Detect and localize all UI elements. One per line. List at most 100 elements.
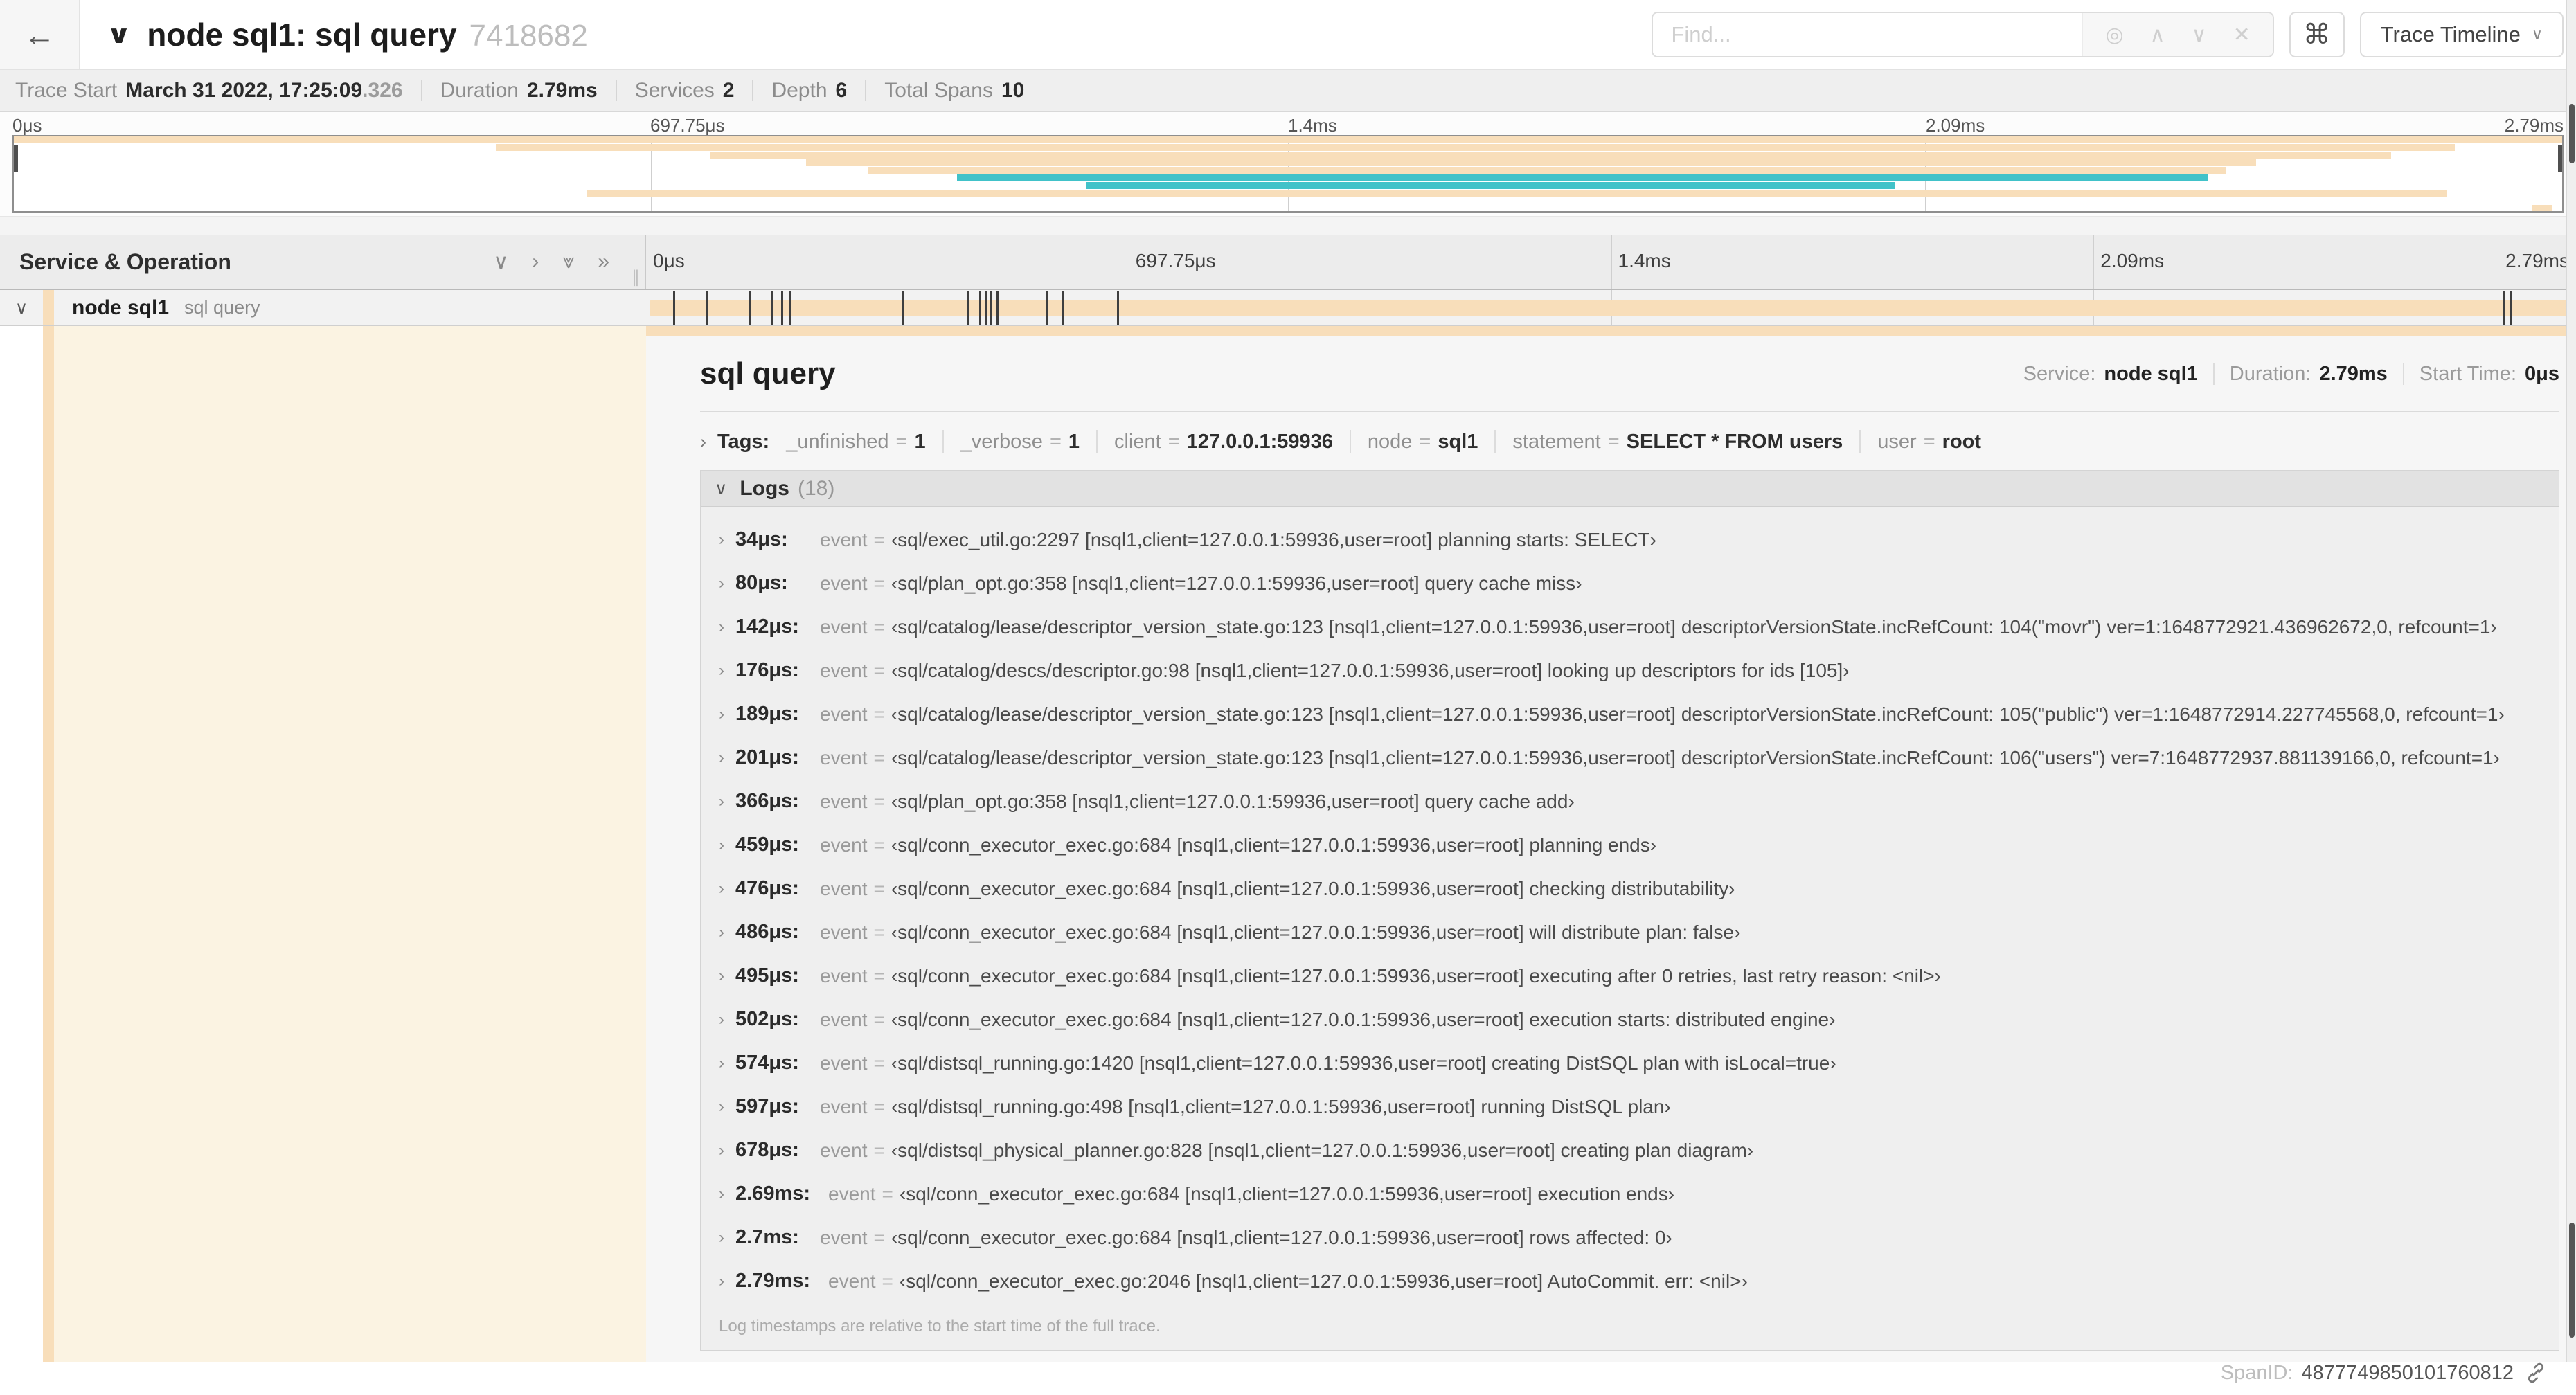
log-row[interactable]: › 574μs: event = ‹sql/distsql_running.go:142…	[708, 1041, 2559, 1085]
span-id-label: SpanID:	[2220, 1361, 2293, 1384]
log-row[interactable]: › 486μs: event = ‹sql/conn_executor_exec.go:…	[708, 910, 2559, 954]
log-marker	[1046, 291, 1048, 325]
log-row[interactable]: › 189μs: event = ‹sql/catalog/lease/descript…	[708, 692, 2559, 736]
log-value: ‹sql/conn_executor_exec.go:2046 [nsql1,c…	[899, 1270, 1748, 1292]
log-timestamp: 2.79ms:	[735, 1270, 811, 1292]
tick-label: 697.75μs	[1135, 250, 1216, 271]
log-row[interactable]: › 2.69ms: event = ‹sql/conn_executor_exec.go…	[708, 1172, 2559, 1216]
vertical-scrollbar[interactable]	[2566, 0, 2576, 1362]
equals: =	[873, 1095, 885, 1117]
log-row[interactable]: › 80μs: event = ‹sql/plan_opt.go:358 [nsql1,…	[708, 561, 2559, 605]
log-row[interactable]: › 201μs: event = ‹sql/catalog/lease/descript…	[708, 736, 2559, 780]
log-key: event	[820, 572, 868, 594]
log-marker	[978, 291, 981, 325]
log-row[interactable]: › 502μs: event = ‹sql/conn_executor_exec.go:…	[708, 998, 2559, 1041]
log-timestamp: 366μs:	[735, 790, 799, 812]
equals: =	[873, 703, 885, 725]
equals: =	[873, 615, 885, 638]
log-row[interactable]: › 176μs: event = ‹sql/catalog/descs/descript…	[708, 649, 2559, 692]
back-button[interactable]: ←	[0, 0, 80, 69]
top-bar-actions: ◎ ∧ ∨ ✕ ⌘ Trace Timeline ∨	[1652, 12, 2564, 57]
tag-key: _unfinished	[786, 430, 889, 453]
log-row[interactable]: › 495μs: event = ‹sql/conn_executor_exec.go:…	[708, 954, 2559, 998]
tag-key: client	[1114, 430, 1161, 453]
trace-collapse-chevron-icon[interactable]: ∨	[106, 20, 132, 49]
span-row-timeline[interactable]	[646, 290, 2576, 325]
equals: =	[882, 1182, 893, 1205]
find-clear-icon[interactable]: ✕	[2233, 23, 2251, 47]
collapse-all-icon[interactable]: ⩔	[562, 250, 574, 274]
gridline	[2093, 235, 2095, 289]
tag-value: 1	[914, 430, 926, 453]
equals: =	[873, 1052, 885, 1074]
stat-label: Total Spans	[884, 79, 993, 102]
log-marker	[1117, 291, 1120, 325]
log-timestamp: 502μs:	[735, 1008, 799, 1030]
minimap-right-scrub-handle[interactable]	[2558, 145, 2562, 172]
log-value: ‹sql/exec_util.go:2297 [nsql1,client=127…	[891, 528, 1656, 550]
tag-item: _verbose = 1	[944, 430, 1098, 453]
equals: =	[895, 430, 908, 453]
equals: =	[873, 1008, 885, 1030]
trace-view-select[interactable]: Trace Timeline ∨	[2359, 12, 2564, 57]
scrollbar-thumb[interactable]	[2569, 104, 2575, 163]
equals: =	[873, 921, 885, 943]
equals: =	[873, 877, 885, 899]
log-value: ‹sql/conn_executor_exec.go:684 [nsql1,cl…	[891, 877, 1735, 899]
expand-chevron-icon: ›	[719, 966, 724, 985]
tick-label: 1.4ms	[1288, 115, 1337, 136]
find-target-icon[interactable]: ◎	[2105, 23, 2123, 47]
log-timestamp: 2.7ms:	[735, 1226, 799, 1248]
logs-count: (18)	[797, 476, 835, 500]
logs-label: Logs	[740, 476, 789, 500]
tag-key: statement	[1512, 430, 1601, 453]
span-bar-markers	[650, 290, 2572, 325]
expand-chevron-icon: ›	[719, 1009, 724, 1029]
log-key: event	[828, 1270, 876, 1292]
log-timestamp: 2.69ms:	[735, 1182, 811, 1205]
expand-all-icon[interactable]: »	[598, 250, 609, 274]
tag-key: node	[1367, 430, 1413, 453]
minimap-span	[1086, 182, 1895, 189]
top-bar: ← ∨ node sql1: sql query 7418682 ◎ ∧ ∨ ✕ …	[0, 0, 2576, 69]
overview-label: Start Time:	[2419, 362, 2516, 385]
log-row[interactable]: › 142μs: event = ‹sql/catalog/lease/descript…	[708, 605, 2559, 649]
collapse-one-icon[interactable]: ∨	[493, 250, 508, 274]
equals: =	[873, 834, 885, 856]
span-detail-panel: sql query Service: node sql1 Duration: 2…	[646, 326, 2576, 1384]
find-next-icon[interactable]: ∨	[2192, 23, 2207, 47]
tick-label: 697.75μs	[650, 115, 725, 136]
find-input[interactable]	[1653, 13, 2083, 56]
column-resizer-grip[interactable]: ∥	[632, 267, 640, 287]
find-prev-icon[interactable]: ∧	[2150, 23, 2165, 47]
expand-one-icon[interactable]: ›	[532, 250, 539, 274]
equals: =	[1923, 430, 1935, 453]
log-row[interactable]: › 476μs: event = ‹sql/conn_executor_exec.go:…	[708, 867, 2559, 910]
log-marker	[2503, 291, 2505, 325]
divider	[2402, 363, 2404, 385]
log-key: event	[820, 1095, 868, 1117]
log-marker	[996, 291, 999, 325]
tick-label: 0μs	[653, 250, 685, 271]
log-row[interactable]: › 366μs: event = ‹sql/plan_opt.go:358 [nsql1…	[708, 780, 2559, 823]
expand-chevron-icon: ›	[719, 922, 724, 942]
span-collapse-chevron-icon[interactable]: ∨	[0, 298, 43, 318]
keyboard-shortcuts-button[interactable]: ⌘	[2289, 12, 2345, 57]
minimap-left-scrub-handle[interactable]	[14, 145, 18, 172]
expand-chevron-icon: ›	[719, 791, 724, 811]
log-row[interactable]: › 597μs: event = ‹sql/distsql_running.go:498…	[708, 1085, 2559, 1128]
log-key: event	[820, 1008, 868, 1030]
log-row[interactable]: › 34μs: event = ‹sql/exec_util.go:2297 [nsql…	[708, 518, 2559, 561]
tags-accordion[interactable]: › Tags: _unfinished = 1 _verbose = 1 client =…	[700, 430, 2559, 453]
minimap-canvas[interactable]	[12, 135, 2564, 213]
log-row[interactable]: › 2.7ms: event = ‹sql/conn_executor_exec.go:…	[708, 1216, 2559, 1259]
log-row[interactable]: › 459μs: event = ‹sql/conn_executor_exec.go:…	[708, 823, 2559, 867]
span-row-name-column[interactable]: ∨ node sql1 sql query	[0, 290, 646, 325]
tag-value: 1	[1068, 430, 1080, 453]
scrollbar-thumb[interactable]	[2569, 1223, 2575, 1338]
log-row[interactable]: › 2.79ms: event = ‹sql/conn_executor_exec.go…	[708, 1259, 2559, 1303]
log-row[interactable]: › 678μs: event = ‹sql/distsql_physical_plann…	[708, 1128, 2559, 1172]
logs-header[interactable]: ∨ Logs (18)	[701, 471, 2559, 507]
link-icon[interactable]	[2525, 1362, 2547, 1384]
stat-label: Trace Start	[15, 79, 118, 102]
